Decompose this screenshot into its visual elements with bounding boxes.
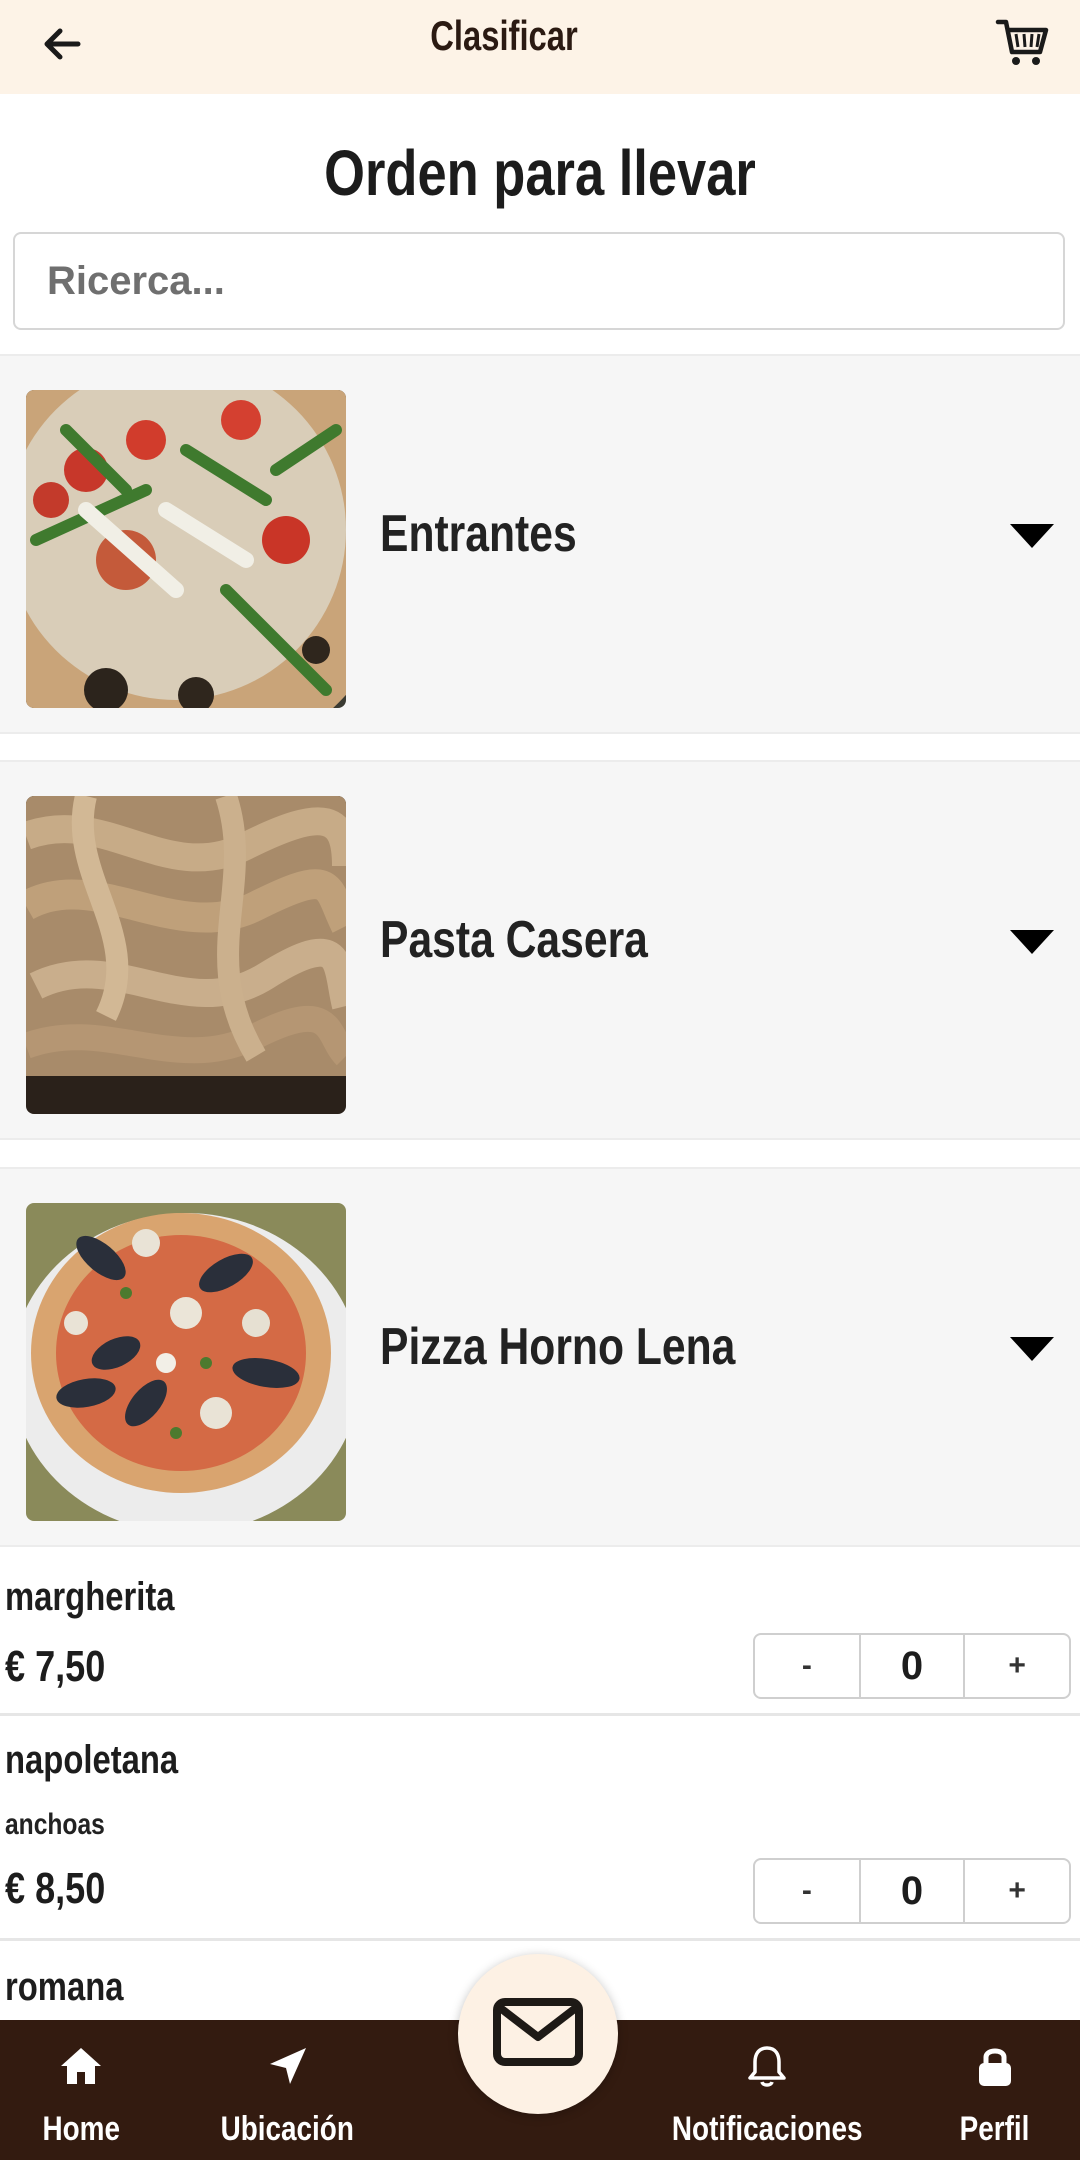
lock-icon <box>971 2042 1019 2090</box>
top-app-bar: Clasificar <box>0 0 1080 94</box>
item-name: romana <box>5 1965 124 2009</box>
menu-item-napoletana: napoletana anchoas € 8,50 - 0 + <box>0 1716 1080 1941</box>
nav-label: Home <box>42 2110 120 2148</box>
nav-home[interactable]: Home <box>20 2020 142 2160</box>
item-name: napoletana <box>5 1738 179 1782</box>
category-entrantes[interactable]: Entrantes <box>0 354 1080 734</box>
item-price: € 8,50 <box>5 1864 106 1913</box>
item-price: € 7,50 <box>5 1642 106 1691</box>
bell-icon <box>743 2042 791 2090</box>
fresh-pasta-image <box>26 796 346 1114</box>
caret-down-icon[interactable] <box>1010 524 1054 548</box>
category-pasta-casera[interactable]: Pasta Casera <box>0 760 1080 1140</box>
quantity-stepper[interactable]: - 0 + <box>753 1858 1071 1924</box>
caret-down-icon[interactable] <box>1010 930 1054 954</box>
item-description: anchoas <box>5 1808 105 1841</box>
nav-ubicacion[interactable]: Ubicación <box>210 2020 365 2160</box>
location-arrow-icon <box>264 2042 312 2090</box>
nav-notificaciones[interactable]: Notificaciones <box>660 2020 874 2160</box>
category-label: Pizza Horno Lena <box>380 1318 736 1376</box>
item-name: margherita <box>5 1575 175 1619</box>
decrement-button[interactable]: - <box>755 1635 859 1697</box>
increment-button[interactable]: + <box>965 1860 1069 1922</box>
quantity-value: 0 <box>858 1635 966 1697</box>
page-title: Orden para llevar <box>324 137 756 209</box>
quantity-stepper[interactable]: - 0 + <box>753 1633 1071 1699</box>
nav-label: Notificaciones <box>671 2110 863 2148</box>
menu-item-margherita: margherita € 7,50 - 0 + <box>0 1550 1080 1716</box>
category-label: Pasta Casera <box>380 911 648 969</box>
nav-label: Perfil <box>960 2110 1030 2148</box>
home-icon <box>57 2042 105 2090</box>
cart-icon[interactable] <box>994 14 1050 70</box>
increment-button[interactable]: + <box>965 1635 1069 1697</box>
message-fab-button[interactable] <box>458 1954 618 2114</box>
decrement-button[interactable]: - <box>755 1860 859 1922</box>
back-arrow-icon[interactable] <box>38 20 86 68</box>
nav-perfil[interactable]: Perfil <box>940 2020 1050 2160</box>
pizza-arugula-image <box>26 390 346 708</box>
category-pizza-horno-lena[interactable]: Pizza Horno Lena <box>0 1167 1080 1547</box>
nav-label: Ubicación <box>220 2110 355 2148</box>
search-input[interactable] <box>15 234 1063 328</box>
search-box[interactable] <box>13 232 1065 330</box>
envelope-icon <box>492 1997 584 2072</box>
caret-down-icon[interactable] <box>1010 1337 1054 1361</box>
quantity-value: 0 <box>858 1860 966 1922</box>
category-label: Entrantes <box>380 505 577 563</box>
seafood-pizza-image <box>26 1203 346 1521</box>
header-title: Clasificar <box>430 12 578 59</box>
